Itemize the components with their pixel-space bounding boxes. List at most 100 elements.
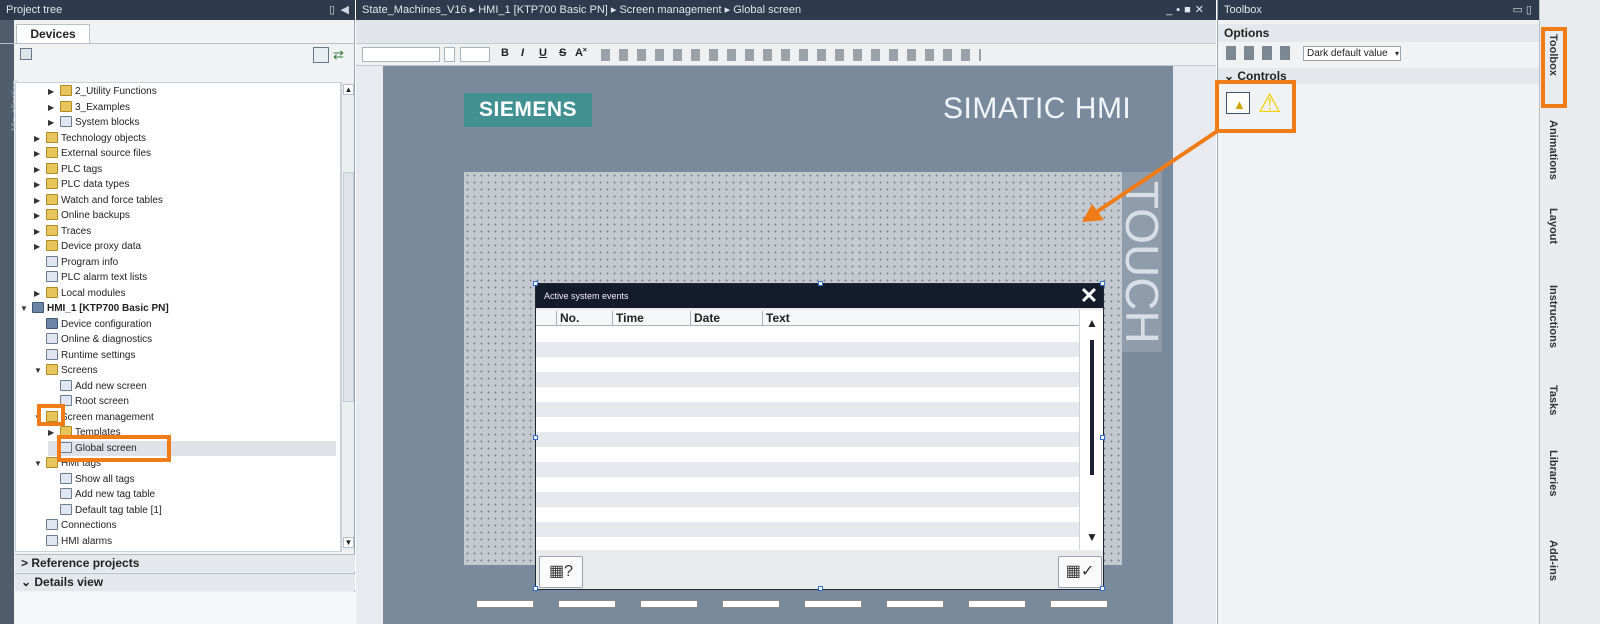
strike-button[interactable]: S	[559, 47, 566, 59]
scroll-down-icon[interactable]: ▼	[343, 537, 354, 548]
acknowledge-button[interactable]: ▦✓	[1058, 556, 1102, 588]
resize-handle[interactable]	[533, 281, 538, 286]
list-view-icon[interactable]	[313, 47, 329, 63]
scroll-down-icon[interactable]: ▼	[1086, 530, 1098, 544]
table-row[interactable]	[536, 357, 1079, 372]
function-key[interactable]	[476, 600, 534, 608]
expanded-arrow-icon[interactable]: ▼	[34, 363, 46, 378]
tree-item[interactable]: Device configuration	[34, 317, 152, 332]
collapsed-arrow-icon[interactable]: ▶	[34, 162, 46, 177]
tab-devices[interactable]: Devices	[16, 24, 90, 44]
collapsed-arrow-icon[interactable]: ▶	[34, 193, 46, 208]
tree-item[interactable]: Runtime settings	[34, 348, 135, 363]
tree-item[interactable]: ▶ Local modules	[34, 286, 125, 301]
tree-item[interactable]: Online & diagnostics	[34, 332, 152, 347]
function-key[interactable]	[1050, 600, 1108, 608]
details-view-section[interactable]: ⌄ Details view	[15, 573, 355, 591]
function-key[interactable]	[722, 600, 780, 608]
tree-item[interactable]: ▶ Traces	[34, 224, 91, 239]
tree-item[interactable]: HMI alarms	[34, 534, 112, 549]
table-row[interactable]	[536, 507, 1079, 522]
tree-item[interactable]: Default tag table [1]	[48, 503, 162, 518]
table-row[interactable]	[536, 522, 1079, 537]
scroll-thumb[interactable]	[343, 172, 354, 402]
function-key[interactable]	[640, 600, 698, 608]
tab-tasks[interactable]: Tasks	[1543, 385, 1563, 415]
table-row[interactable]	[536, 417, 1079, 432]
tree-item[interactable]: ▶ External source files	[34, 146, 151, 161]
font-input[interactable]	[362, 47, 440, 62]
tree-item[interactable]: Connections	[34, 518, 117, 533]
scroll-up-icon[interactable]: ▲	[1086, 316, 1098, 330]
tree-item[interactable]: ▶ 2_Utility Functions	[48, 84, 157, 99]
add-device-icon[interactable]: ⇄	[333, 47, 349, 63]
tab-layout[interactable]: Layout	[1543, 208, 1563, 244]
table-row[interactable]	[536, 492, 1079, 507]
pin-icon[interactable]: ▯	[329, 0, 335, 20]
visualization-strip[interactable]: Visualization	[0, 20, 20, 624]
collapsed-arrow-icon[interactable]: ▶	[48, 84, 60, 99]
tree-item[interactable]: PLC alarm text lists	[34, 270, 147, 285]
function-key[interactable]	[886, 600, 944, 608]
tree-item[interactable]: Show all tags	[48, 472, 134, 487]
collapsed-arrow-icon[interactable]: ▶	[34, 131, 46, 146]
table-row[interactable]	[536, 387, 1079, 402]
active-system-events-window[interactable]: Active system events ✕ No. Time Date Tex…	[533, 281, 1105, 591]
superscript-button[interactable]: A˟	[575, 47, 587, 59]
resize-handle[interactable]	[818, 586, 823, 591]
tree-item[interactable]: ▶ Device proxy data	[34, 239, 141, 254]
tree-item[interactable]: ▶ PLC data types	[34, 177, 129, 192]
collapsed-arrow-icon[interactable]: ▶	[34, 239, 46, 254]
collapsed-arrow-icon[interactable]: ▶	[34, 208, 46, 223]
resize-handle[interactable]	[1100, 435, 1105, 440]
collapsed-arrow-icon[interactable]: ▶	[34, 286, 46, 301]
collapsed-arrow-icon[interactable]: ▶	[34, 146, 46, 161]
info-button[interactable]: ▦?	[539, 556, 583, 588]
tab-animations[interactable]: Animations	[1543, 120, 1563, 180]
tree-item[interactable]: ▼ Screens	[34, 363, 98, 378]
tree-scrollbar[interactable]: ▲ ▼	[341, 82, 354, 552]
table-row[interactable]	[536, 477, 1079, 492]
tree-item[interactable]: Add new tag table	[48, 487, 155, 502]
table-row[interactable]	[536, 462, 1079, 477]
tree-item[interactable]: ▼ HMI_1 [KTP700 Basic PN]	[20, 301, 169, 316]
resize-handle[interactable]	[533, 586, 538, 591]
collapsed-arrow-icon[interactable]: ▶	[48, 115, 60, 130]
expanded-arrow-icon[interactable]: ▼	[20, 301, 32, 316]
size-input[interactable]	[444, 47, 455, 62]
scroll-thumb[interactable]	[1090, 340, 1094, 475]
function-key[interactable]	[968, 600, 1026, 608]
table-row[interactable]	[536, 372, 1079, 387]
collapsed-arrow-icon[interactable]: ▶	[34, 177, 46, 192]
table-row[interactable]	[536, 447, 1079, 462]
events-scrollbar[interactable]: ▲ ▼	[1079, 310, 1103, 550]
pin-icon[interactable]: ▭ ▯	[1512, 0, 1532, 20]
tab-instructions[interactable]: Instructions	[1543, 285, 1563, 348]
grid-view-icon[interactable]	[20, 48, 32, 60]
resize-handle[interactable]	[818, 281, 823, 286]
resize-handle[interactable]	[1100, 586, 1105, 591]
table-row[interactable]	[536, 537, 1079, 550]
tree-item[interactable]: ▶ PLC tags	[34, 162, 102, 177]
resize-handle[interactable]	[533, 435, 538, 440]
expanded-arrow-icon[interactable]: ▼	[34, 456, 46, 471]
tree-item[interactable]: ▶ 3_Examples	[48, 100, 130, 115]
style-select[interactable]	[460, 47, 490, 62]
close-icon[interactable]: ✕	[1079, 285, 1099, 307]
window-controls[interactable]: _▪■✕	[1166, 0, 1208, 20]
italic-button[interactable]: I	[521, 47, 524, 59]
scroll-up-icon[interactable]: ▲	[343, 84, 354, 95]
resize-handle[interactable]	[1100, 281, 1105, 286]
underline-button[interactable]: U	[539, 47, 547, 59]
tree-item[interactable]: ▶ Online backups	[34, 208, 130, 223]
tree-item[interactable]: ▶ Technology objects	[34, 131, 146, 146]
options-icons[interactable]	[1226, 46, 1296, 60]
tab-add-ins[interactable]: Add-ins	[1543, 540, 1563, 581]
bold-button[interactable]: B	[501, 47, 509, 59]
collapse-left-icon[interactable]: ◀	[341, 0, 349, 20]
tree-item[interactable]: ▶ Watch and force tables	[34, 193, 163, 208]
tree-item[interactable]: ▶ System blocks	[48, 115, 139, 130]
tree-item[interactable]: Program info	[34, 255, 118, 270]
tree-item[interactable]: Add new screen	[48, 379, 147, 394]
default-value-select[interactable]: Dark default value ▾	[1303, 46, 1401, 61]
